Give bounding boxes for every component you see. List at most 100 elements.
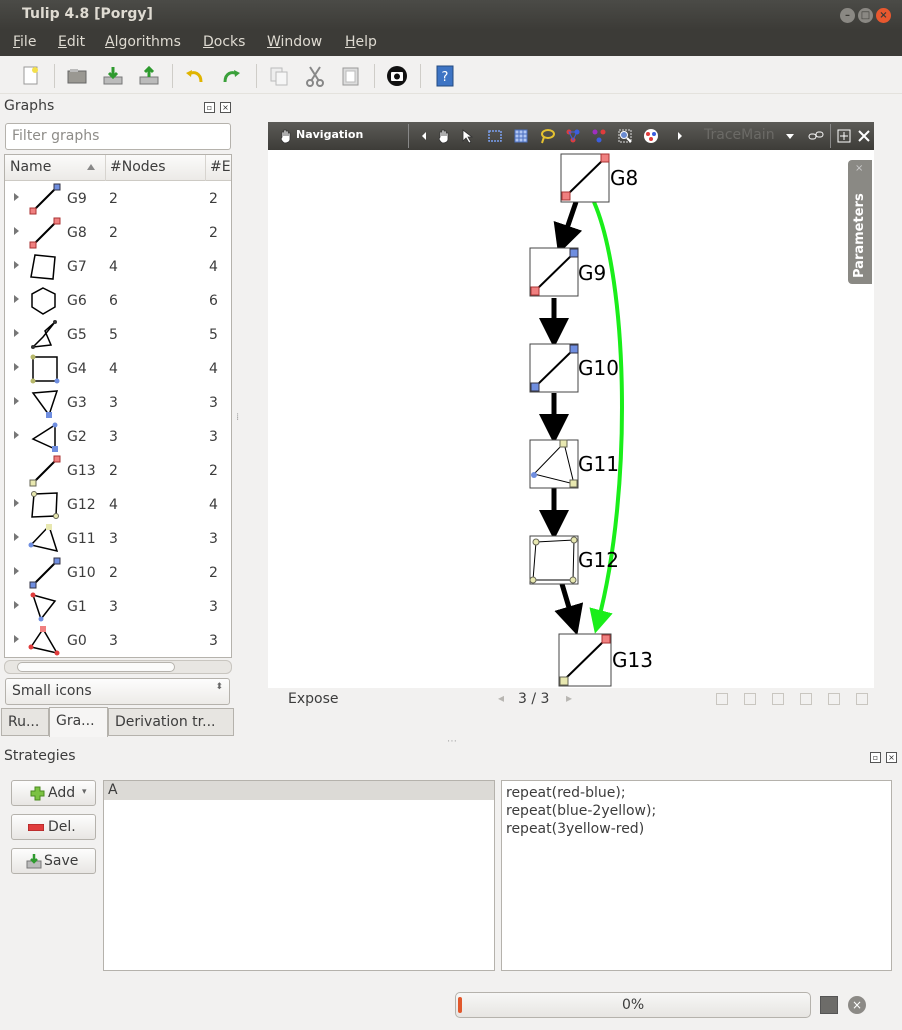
- help-icon[interactable]: ?: [434, 65, 456, 87]
- col-edges[interactable]: #E: [210, 159, 231, 175]
- paste-icon[interactable]: [340, 65, 362, 87]
- expand-arrow-icon[interactable]: [14, 193, 19, 201]
- expand-arrow-icon[interactable]: [14, 295, 19, 303]
- graph-row-g13[interactable]: G13 2 2: [5, 454, 231, 488]
- layout-six-icon[interactable]: [856, 693, 868, 705]
- close-parameters-icon[interactable]: ×: [855, 163, 863, 174]
- port-edit-icon[interactable]: [591, 128, 607, 144]
- screenshot-icon[interactable]: [386, 65, 408, 87]
- graph-row-g3[interactable]: G3 3 3: [5, 386, 231, 420]
- graph-row-g8[interactable]: G8 2 2: [5, 216, 231, 250]
- add-strategy-button[interactable]: Add ▾: [11, 780, 96, 806]
- lasso-icon[interactable]: [539, 128, 555, 144]
- node-g9[interactable]: [529, 247, 579, 297]
- strategy-list[interactable]: A: [103, 780, 495, 971]
- expand-arrow-icon[interactable]: [14, 227, 19, 235]
- trace-selector[interactable]: TraceMain: [704, 127, 775, 143]
- tab-derivation-tree[interactable]: Derivation tr...: [108, 708, 234, 736]
- close-dock-icon[interactable]: ×: [220, 102, 231, 113]
- node-g12[interactable]: [529, 535, 579, 585]
- graph-canvas[interactable]: G8 G9 G10 G11 G12 G13: [268, 150, 874, 688]
- menu-docks[interactable]: Docks: [203, 34, 245, 50]
- menu-window[interactable]: Window: [267, 34, 322, 50]
- derivation-graph[interactable]: [268, 150, 874, 688]
- close-window-icon[interactable]: ×: [876, 8, 891, 23]
- graph-row-g2[interactable]: G2 3 3: [5, 420, 231, 454]
- dropdown-arrow-icon[interactable]: [782, 128, 798, 144]
- icon-size-select[interactable]: Small icons ⬍: [5, 678, 230, 705]
- expand-arrow-icon[interactable]: [14, 635, 19, 643]
- scroll-right-icon[interactable]: [672, 128, 688, 144]
- fit-view-icon[interactable]: [836, 128, 852, 144]
- edge-g12-g13[interactable]: [554, 583, 584, 636]
- undo-icon[interactable]: [184, 65, 206, 87]
- copy-icon[interactable]: [268, 65, 290, 87]
- expand-arrow-icon[interactable]: [14, 363, 19, 371]
- expand-arrow-icon[interactable]: [14, 329, 19, 337]
- scrollbar-thumb[interactable]: [17, 662, 175, 672]
- menu-algorithms[interactable]: Algorithms: [105, 34, 181, 50]
- tab-rules[interactable]: Ru...: [1, 708, 49, 736]
- strategy-item-selected[interactable]: A: [104, 781, 494, 800]
- tab-graphs[interactable]: Gra...: [49, 707, 108, 737]
- magnifier-icon[interactable]: [617, 128, 633, 144]
- delete-strategy-button[interactable]: Del.: [11, 814, 96, 840]
- expand-arrow-icon[interactable]: [14, 431, 19, 439]
- stop-icon[interactable]: [820, 996, 838, 1014]
- new-file-icon[interactable]: [20, 65, 42, 87]
- expand-arrow-icon[interactable]: [14, 397, 19, 405]
- redo-icon[interactable]: [220, 65, 242, 87]
- graphs-horizontal-scrollbar[interactable]: [4, 660, 232, 674]
- node-g8[interactable]: [560, 153, 610, 203]
- graph-row-g7[interactable]: G7 4 4: [5, 250, 231, 284]
- layout-three-icon[interactable]: [828, 693, 840, 705]
- menu-help[interactable]: Help: [345, 34, 377, 50]
- graph-row-g4[interactable]: G4 4 4: [5, 352, 231, 386]
- splitter-handle[interactable]: ⋯: [447, 736, 457, 747]
- expand-arrow-icon[interactable]: [14, 499, 19, 507]
- node-color-icon[interactable]: [643, 128, 659, 144]
- graph-row-g1[interactable]: G1 3 3: [5, 590, 231, 624]
- close-dock-icon[interactable]: ×: [886, 752, 897, 763]
- navigate-hand-icon[interactable]: [436, 128, 452, 144]
- import-icon[interactable]: [102, 65, 124, 87]
- rewrite-rule-icon[interactable]: [565, 128, 581, 144]
- graph-row-g10[interactable]: G10 2 2: [5, 556, 231, 590]
- col-nodes[interactable]: #Nodes: [110, 159, 166, 175]
- save-strategy-button[interactable]: Save: [11, 848, 96, 874]
- expand-arrow-icon[interactable]: [14, 601, 19, 609]
- select-rectangle-icon[interactable]: [487, 128, 503, 144]
- link-icon[interactable]: [808, 128, 824, 144]
- menu-file[interactable]: File: [13, 34, 36, 50]
- graph-row-g0[interactable]: G0 3 3: [5, 624, 231, 657]
- splitter-handle[interactable]: ⁞: [236, 412, 239, 423]
- strategy-code-editor[interactable]: repeat(red-blue); repeat(blue-2yellow); …: [501, 780, 892, 971]
- float-dock-icon[interactable]: ▫: [870, 752, 881, 763]
- graph-row-g5[interactable]: G5 5 5: [5, 318, 231, 352]
- maximize-icon[interactable]: □: [858, 8, 873, 23]
- parameters-tab[interactable]: × Parameters: [848, 160, 872, 284]
- layout-single-icon[interactable]: [716, 693, 728, 705]
- menu-edit[interactable]: Edit: [58, 34, 85, 50]
- graph-row-g12[interactable]: G12 4 4: [5, 488, 231, 522]
- graph-row-g9[interactable]: G9 2 2: [5, 182, 231, 216]
- node-g10[interactable]: [529, 343, 579, 393]
- close-view-icon[interactable]: [856, 128, 872, 144]
- layout-grid-icon[interactable]: [800, 693, 812, 705]
- cut-icon[interactable]: [304, 65, 326, 87]
- float-dock-icon[interactable]: ▫: [204, 102, 215, 113]
- node-g13[interactable]: [558, 633, 612, 687]
- expand-arrow-icon[interactable]: [14, 533, 19, 541]
- graph-row-g6[interactable]: G6 6 6: [5, 284, 231, 318]
- graph-row-g11[interactable]: G11 3 3: [5, 522, 231, 556]
- prev-page-icon[interactable]: ◂: [498, 691, 504, 705]
- col-name[interactable]: Name: [10, 159, 51, 175]
- filter-graphs-input[interactable]: Filter graphs: [5, 123, 231, 150]
- export-icon[interactable]: [138, 65, 160, 87]
- layout-split-vertical-icon[interactable]: [744, 693, 756, 705]
- next-page-icon[interactable]: ▸: [566, 691, 572, 705]
- expand-arrow-icon[interactable]: [14, 261, 19, 269]
- expose-button[interactable]: Expose: [288, 691, 339, 707]
- layout-split-horizontal-icon[interactable]: [772, 693, 784, 705]
- get-information-icon[interactable]: [461, 128, 477, 144]
